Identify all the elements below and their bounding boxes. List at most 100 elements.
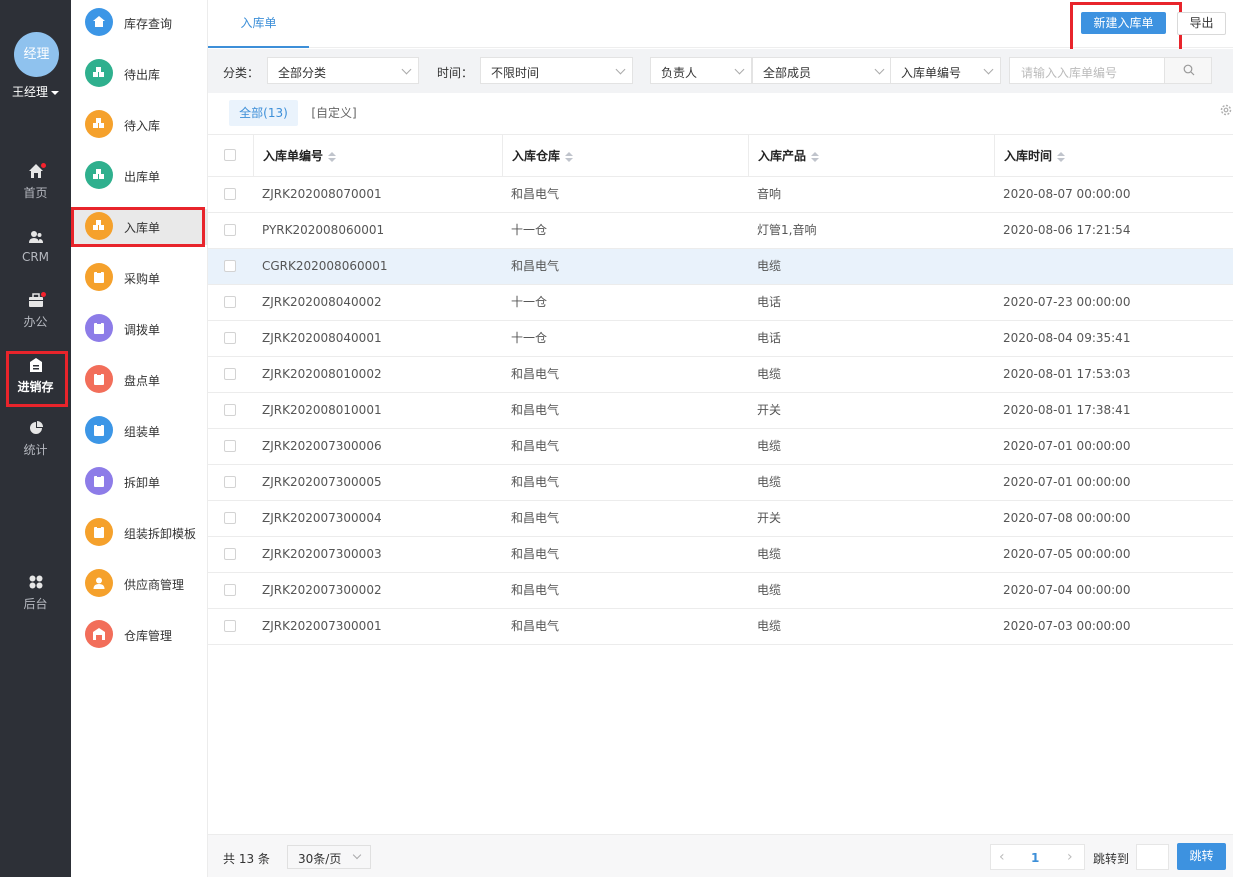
submenu-item-outbound[interactable]: 出库单 [71, 158, 208, 194]
table-row[interactable]: ZJRK202007300002 和昌电气 电缆 2020-07-04 00:00:0… [208, 573, 1233, 609]
nav-item-stats[interactable]: 统计 [0, 420, 71, 458]
nav-item-crm[interactable]: CRM [0, 229, 71, 264]
cell-code[interactable]: ZJRK202007300001 [253, 609, 382, 644]
row-checkbox[interactable] [224, 476, 236, 488]
segment-custom[interactable]: [自定义] [304, 100, 364, 126]
row-checkbox[interactable] [224, 548, 236, 560]
row-checkbox[interactable] [224, 332, 236, 344]
submenu-item-pending-in[interactable]: 待入库 [71, 107, 208, 143]
segment-all[interactable]: 全部(13) [229, 100, 298, 126]
main-content: 入库单 新建入库单 导出 分类： 全部分类 时间： 不限时间 负责人 全部成员 [208, 0, 1233, 877]
table-row[interactable]: ZJRK202007300001 和昌电气 电缆 2020-07-03 00:00:0… [208, 609, 1233, 645]
submenu-item-template[interactable]: 组装拆卸模板 [71, 515, 208, 551]
jump-page-input[interactable] [1136, 844, 1169, 870]
column-header-time[interactable]: 入库时间 [994, 135, 1233, 177]
sort-icon [1057, 151, 1066, 162]
row-checkbox[interactable] [224, 188, 236, 200]
cell-code[interactable]: ZJRK202008010001 [253, 393, 382, 428]
cell-warehouse: 十一仓 [511, 223, 548, 237]
row-checkbox[interactable] [224, 440, 236, 452]
cell-product: 灯管1,音响 [757, 223, 817, 237]
nav-item-admin[interactable]: 后台 [0, 574, 71, 612]
table-row[interactable]: ZJRK202008010001 和昌电气 开关 2020-08-01 17:38:4… [208, 393, 1233, 429]
table-body: ZJRK202008070001 和昌电气 音响 2020-08-07 00:00:0… [208, 177, 1233, 645]
cell-code[interactable]: ZJRK202007300005 [253, 465, 382, 500]
jump-button[interactable]: 跳转 [1177, 843, 1226, 870]
time-select[interactable]: 不限时间 [480, 57, 633, 84]
notification-dot [40, 292, 46, 297]
table-row[interactable]: PYRK202008060001 十一仓 灯管1,音响 2020-08-06 17:2… [208, 213, 1233, 249]
row-checkbox[interactable] [224, 368, 236, 380]
nav-item-home[interactable]: 首页 [0, 163, 71, 201]
next-page-icon[interactable]: › [1067, 849, 1073, 865]
row-checkbox[interactable] [224, 404, 236, 416]
user-menu[interactable]: 王经理 [0, 83, 71, 100]
chevron-down-icon [734, 64, 745, 75]
column-header-product[interactable]: 入库产品 [748, 135, 994, 177]
new-inbound-button[interactable]: 新建入库单 [1081, 12, 1166, 34]
submenu-item-supplier[interactable]: 供应商管理 [71, 566, 208, 602]
page-size-select[interactable]: 30条/页 [287, 845, 371, 869]
gear-icon[interactable] [1219, 103, 1233, 117]
chevron-down-icon [352, 850, 362, 860]
cell-code[interactable]: ZJRK202008040002 [253, 285, 382, 320]
member-select[interactable]: 全部成员 [752, 57, 892, 84]
cell-product: 开关 [757, 511, 782, 525]
row-checkbox[interactable] [224, 224, 236, 236]
cell-code[interactable]: ZJRK202007300003 [253, 537, 382, 572]
tab-inbound[interactable]: 入库单 [208, 0, 309, 48]
search-button[interactable] [1164, 57, 1212, 84]
submenu-item-assembly[interactable]: 组装单 [71, 413, 208, 449]
table-row[interactable]: ZJRK202008040001 十一仓 电话 2020-08-04 09:35:41 [208, 321, 1233, 357]
category-select[interactable]: 全部分类 [267, 57, 419, 84]
prev-page-icon[interactable]: ‹ [999, 849, 1005, 865]
search-field-select[interactable]: 入库单编号 [890, 57, 1001, 84]
clipboard-icon [85, 263, 113, 291]
row-checkbox[interactable] [224, 260, 236, 272]
table-row[interactable]: ZJRK202007300006 和昌电气 电缆 2020-07-01 00:00:0… [208, 429, 1233, 465]
cell-code[interactable]: ZJRK202007300004 [253, 501, 382, 536]
cell-code[interactable]: ZJRK202008010002 [253, 357, 382, 392]
submenu-item-warehouse[interactable]: 仓库管理 [71, 617, 208, 653]
avatar[interactable]: 经理 [14, 32, 59, 77]
submenu-item-purchase[interactable]: 采购单 [71, 260, 208, 296]
cell-code[interactable]: ZJRK202007300002 [253, 573, 382, 608]
select-all-checkbox[interactable] [224, 149, 236, 161]
table-row[interactable]: ZJRK202008070001 和昌电气 音响 2020-08-07 00:00:0… [208, 177, 1233, 213]
row-checkbox[interactable] [224, 620, 236, 632]
column-header-code[interactable]: 入库单编号 [253, 135, 502, 177]
cell-code[interactable]: ZJRK202008040001 [253, 321, 382, 356]
column-header-warehouse[interactable]: 入库仓库 [502, 135, 748, 177]
cell-warehouse: 和昌电气 [511, 619, 560, 633]
owner-select[interactable]: 负责人 [650, 57, 752, 84]
table-row[interactable]: ZJRK202007300004 和昌电气 开关 2020-07-08 00:00:0… [208, 501, 1233, 537]
submenu-item-stock-query[interactable]: 库存查询 [71, 5, 208, 41]
home-icon [85, 8, 113, 36]
submenu-item-inbound[interactable]: 入库单 [71, 207, 208, 247]
submenu-item-pending-out[interactable]: 待出库 [71, 56, 208, 92]
export-button[interactable]: 导出 [1177, 12, 1226, 35]
submenu-item-stocktake[interactable]: 盘点单 [71, 362, 208, 398]
cell-code[interactable]: PYRK202008060001 [253, 213, 384, 248]
nav-item-inventory[interactable]: 进销存 [0, 351, 71, 407]
submenu-item-transfer[interactable]: 调拨单 [71, 311, 208, 347]
table-row[interactable]: ZJRK202007300005 和昌电气 电缆 2020-07-01 00:00:0… [208, 465, 1233, 501]
sort-icon [811, 151, 820, 162]
chevron-down-icon [401, 64, 412, 75]
nav-item-office[interactable]: 办公 [0, 292, 71, 330]
table-row[interactable]: ZJRK202008010002 和昌电气 电缆 2020-08-01 17:53:0… [208, 357, 1233, 393]
submenu-item-disassembly[interactable]: 拆卸单 [71, 464, 208, 500]
search-input[interactable]: 请输入入库单编号 [1009, 57, 1165, 84]
cell-code[interactable]: ZJRK202007300006 [253, 429, 382, 464]
row-checkbox[interactable] [224, 512, 236, 524]
current-page[interactable]: 1 [1031, 851, 1039, 865]
cell-warehouse: 和昌电气 [511, 367, 560, 381]
table-row[interactable]: ZJRK202008040002 十一仓 电话 2020-07-23 00:00:00 [208, 285, 1233, 321]
briefcase-icon [26, 292, 46, 310]
row-checkbox[interactable] [224, 296, 236, 308]
cell-code[interactable]: ZJRK202008070001 [253, 177, 382, 212]
table-row[interactable]: ZJRK202007300003 和昌电气 电缆 2020-07-05 00:00:0… [208, 537, 1233, 573]
table-row[interactable]: CGRK202008060001 和昌电气 电缆 [208, 249, 1233, 285]
cell-code[interactable]: CGRK202008060001 [253, 249, 388, 284]
row-checkbox[interactable] [224, 584, 236, 596]
